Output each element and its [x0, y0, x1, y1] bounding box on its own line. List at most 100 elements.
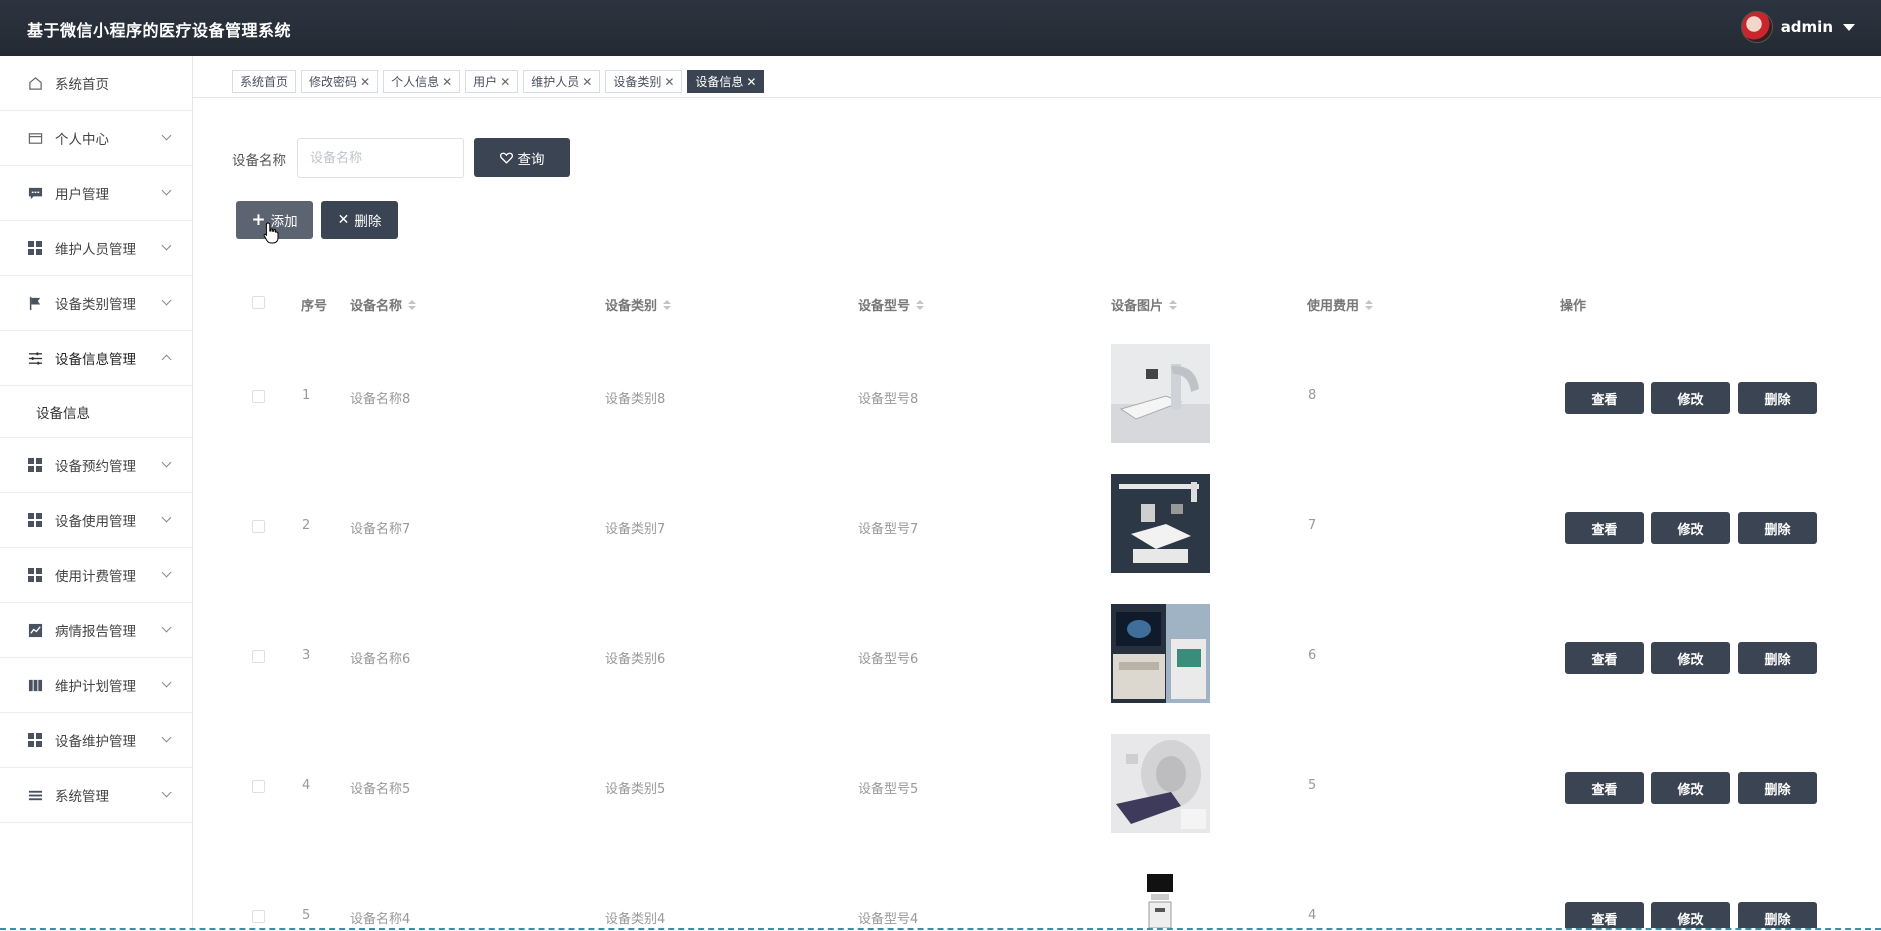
sort-icon[interactable]	[1169, 299, 1178, 310]
avatar[interactable]	[1740, 11, 1773, 43]
device-image[interactable]	[1111, 864, 1210, 928]
device-image[interactable]	[1111, 474, 1210, 573]
cell-name: 设备名称6	[350, 652, 411, 667]
column-header-ops: 操作	[1560, 295, 1586, 314]
delete-button[interactable]: 删除	[1738, 772, 1817, 804]
close-icon[interactable]: ✕	[664, 75, 674, 89]
view-button-label: 查看	[1591, 392, 1618, 408]
close-icon[interactable]: ✕	[360, 75, 370, 89]
chevron-down-icon	[161, 185, 172, 196]
sidebar-item-reports[interactable]: 病情报告管理	[0, 603, 192, 658]
sort-icon[interactable]	[916, 299, 925, 310]
edit-button[interactable]: 修改	[1651, 512, 1730, 544]
column-header-category[interactable]: 设备类别	[605, 295, 672, 314]
cell-model: 设备型号4	[858, 912, 919, 927]
sidebar-item-device-info[interactable]: 设备信息管理	[0, 331, 192, 386]
sort-icon[interactable]	[408, 299, 417, 310]
top-header: 基于微信小程序的医疗设备管理系统 admin	[0, 0, 1881, 56]
tab-change-password[interactable]: 修改密码 ✕	[301, 70, 379, 93]
column-header-image[interactable]: 设备图片	[1111, 295, 1178, 314]
view-button[interactable]: 查看	[1565, 902, 1644, 928]
tab-label: 个人信息	[391, 75, 440, 89]
sidebar-item-system[interactable]: 系统管理	[0, 768, 192, 823]
device-image[interactable]	[1111, 604, 1210, 703]
cell-index: 2	[302, 518, 311, 533]
close-icon[interactable]: ✕	[442, 75, 452, 89]
heart-icon	[499, 152, 513, 164]
tab-users[interactable]: 用户 ✕	[465, 70, 519, 93]
chevron-down-icon	[161, 787, 172, 798]
sidebar-item-billing[interactable]: 使用计费管理	[0, 548, 192, 603]
row-checkbox[interactable]	[252, 910, 265, 923]
sidebar-item-label: 设备维护管理	[55, 734, 136, 750]
sidebar-item-label: 设备使用管理	[55, 514, 136, 530]
select-all-checkbox[interactable]	[252, 296, 265, 309]
sidebar-item-maintenance-plan[interactable]: 维护计划管理	[0, 658, 192, 713]
sidebar-item-label: 使用计费管理	[55, 569, 136, 585]
tab-device-info[interactable]: 设备信息 ✕	[687, 70, 765, 93]
username[interactable]: admin	[1781, 18, 1833, 36]
column-header-model[interactable]: 设备型号	[858, 295, 925, 314]
cell-category: 设备类别5	[605, 782, 666, 797]
close-icon[interactable]: ✕	[500, 75, 510, 89]
tab-device-category[interactable]: 设备类别 ✕	[605, 70, 683, 93]
cell-category: 设备类别8	[605, 392, 666, 407]
row-checkbox[interactable]	[252, 390, 265, 403]
caret-down-icon[interactable]	[1843, 23, 1855, 31]
close-icon[interactable]: ✕	[746, 75, 756, 89]
view-button[interactable]: 查看	[1565, 382, 1644, 414]
sidebar-item-device-category[interactable]: 设备类别管理	[0, 276, 192, 331]
row-checkbox[interactable]	[252, 520, 265, 533]
sidebar: 系统首页 个人中心 用户管理 维护人员管理 设备类别管理 设备信息管理 设备信息	[0, 56, 193, 931]
view-button[interactable]: 查看	[1565, 772, 1644, 804]
tab-label: 用户	[473, 75, 498, 89]
tab-home[interactable]: 系统首页	[232, 70, 297, 93]
tab-personal-info[interactable]: 个人信息 ✕	[383, 70, 461, 93]
tab-maintainers[interactable]: 维护人员 ✕	[523, 70, 601, 93]
sidebar-item-label: 系统管理	[55, 789, 109, 805]
sidebar-item-usage[interactable]: 设备使用管理	[0, 493, 192, 548]
sidebar-item-personal[interactable]: 个人中心	[0, 111, 192, 166]
close-icon[interactable]: ✕	[582, 75, 592, 89]
sidebar-item-device-maintenance[interactable]: 设备维护管理	[0, 713, 192, 768]
user-menu[interactable]: admin	[1740, 11, 1855, 43]
batch-delete-button[interactable]: ✕ 删除	[321, 201, 398, 239]
edit-button[interactable]: 修改	[1651, 772, 1730, 804]
sidebar-item-maintainers[interactable]: 维护人员管理	[0, 221, 192, 276]
column-header-fee[interactable]: 使用费用	[1307, 295, 1374, 314]
delete-button[interactable]: 删除	[1738, 512, 1817, 544]
edit-button[interactable]: 修改	[1651, 382, 1730, 414]
delete-button[interactable]: 删除	[1738, 382, 1817, 414]
edit-button[interactable]: 修改	[1651, 902, 1730, 928]
delete-button[interactable]: 删除	[1738, 642, 1817, 674]
sort-icon[interactable]	[1365, 299, 1374, 310]
header-label: 操作	[1560, 299, 1587, 314]
edit-button[interactable]: 修改	[1651, 642, 1730, 674]
device-image[interactable]	[1111, 344, 1210, 443]
row-checkbox[interactable]	[252, 650, 265, 663]
row-checkbox[interactable]	[252, 780, 265, 793]
search-input[interactable]	[297, 138, 464, 178]
sidebar-item-home[interactable]: 系统首页	[0, 56, 192, 111]
device-image[interactable]	[1111, 734, 1210, 833]
delete-button[interactable]: 删除	[1738, 902, 1817, 928]
chevron-down-icon	[161, 457, 172, 468]
grid-icon	[27, 567, 43, 583]
sidebar-item-label: 设备预约管理	[55, 459, 136, 475]
search-button[interactable]: 查询	[474, 138, 570, 177]
delete-button-label: 删除	[1764, 652, 1791, 668]
chevron-down-icon	[161, 130, 172, 141]
sidebar-subitem-device-info[interactable]: 设备信息	[0, 386, 192, 438]
column-header-name[interactable]: 设备名称	[350, 295, 417, 314]
view-button[interactable]: 查看	[1565, 642, 1644, 674]
sidebar-item-users[interactable]: 用户管理	[0, 166, 192, 221]
chevron-down-icon	[161, 240, 172, 251]
search-button-label: 查询	[517, 151, 545, 168]
header-label: 设备名称	[350, 299, 403, 314]
sort-icon[interactable]	[663, 299, 672, 310]
column-header-index: 序号	[301, 295, 327, 314]
view-button[interactable]: 查看	[1565, 512, 1644, 544]
cell-category: 设备类别6	[605, 652, 666, 667]
sidebar-item-reservation[interactable]: 设备预约管理	[0, 438, 192, 493]
tab-label: 维护人员	[531, 75, 580, 89]
